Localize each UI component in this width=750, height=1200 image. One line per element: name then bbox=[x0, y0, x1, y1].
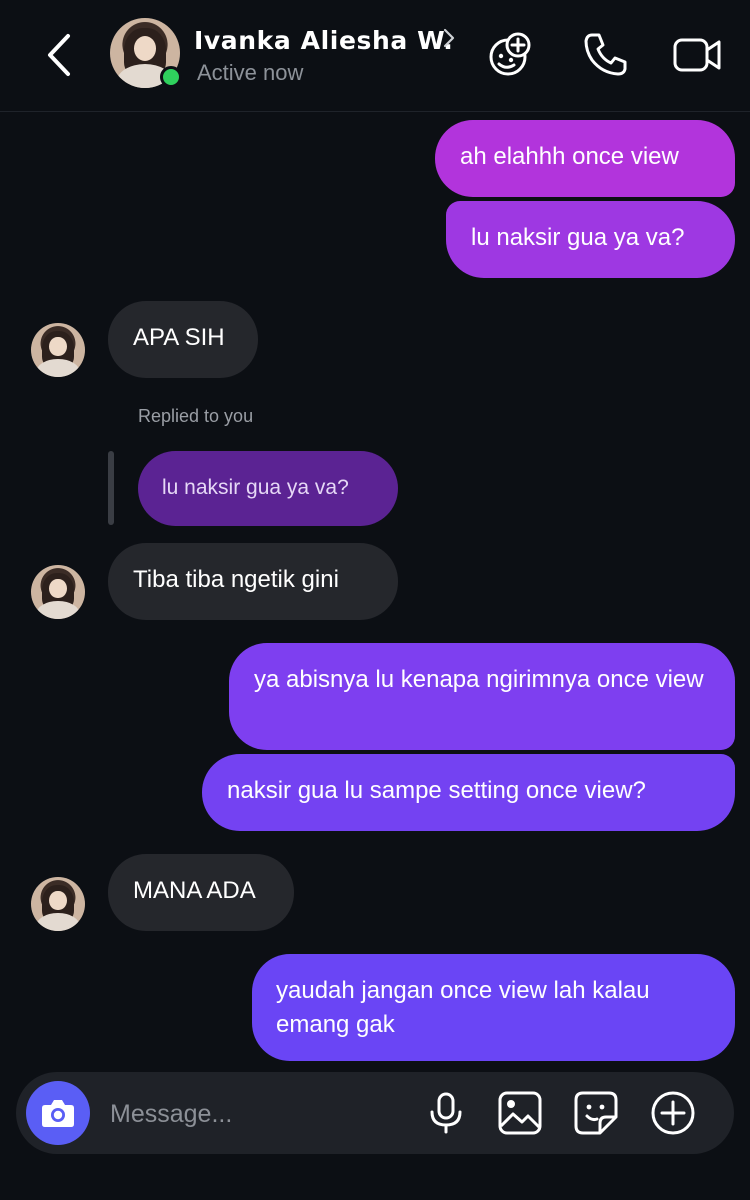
add-icon[interactable] bbox=[650, 1090, 696, 1136]
received-message[interactable]: Tiba tiba ngetik gini bbox=[108, 543, 398, 620]
message-text: lu naksir gua ya va? bbox=[471, 224, 685, 251]
contact-avatar[interactable] bbox=[31, 877, 85, 931]
contact-avatar[interactable] bbox=[31, 565, 85, 619]
quoted-message[interactable]: lu naksir gua ya va? bbox=[138, 451, 398, 526]
gamepad-icon[interactable] bbox=[484, 28, 536, 80]
back-button[interactable] bbox=[40, 30, 80, 80]
active-status: Active now bbox=[197, 60, 304, 85]
chevron-right-icon[interactable] bbox=[441, 26, 457, 50]
message-text: ya abisnya lu kenapa ngirimnya once view bbox=[254, 666, 704, 693]
message-text: naksir gua lu sampe setting once view? bbox=[227, 777, 646, 804]
online-indicator bbox=[160, 66, 182, 88]
reply-bar bbox=[108, 451, 114, 525]
phone-icon[interactable] bbox=[580, 28, 632, 80]
sent-message[interactable]: naksir gua lu sampe setting once view? bbox=[202, 754, 735, 831]
message-text: yaudah jangan once view lah kalau emang … bbox=[276, 977, 650, 1038]
message-text: APA SIH bbox=[133, 324, 225, 351]
camera-button[interactable] bbox=[26, 1081, 90, 1145]
sent-message[interactable]: yaudah jangan once view lah kalau emang … bbox=[252, 954, 735, 1061]
camera-icon bbox=[42, 1100, 74, 1127]
back-icon bbox=[48, 34, 70, 76]
sent-message[interactable]: lu naksir gua ya va? bbox=[446, 201, 735, 278]
replied-label: Replied to you bbox=[138, 406, 254, 426]
message-input[interactable] bbox=[108, 1092, 402, 1136]
microphone-icon[interactable] bbox=[423, 1090, 469, 1136]
sticker-icon[interactable] bbox=[573, 1090, 619, 1136]
received-message[interactable]: MANA ADA bbox=[108, 854, 294, 931]
message-text: Tiba tiba ngetik gini bbox=[133, 566, 339, 593]
message-composer bbox=[16, 1072, 734, 1154]
sent-message[interactable]: ah elahhh once view bbox=[435, 120, 735, 197]
video-icon[interactable] bbox=[672, 28, 724, 80]
gallery-icon[interactable] bbox=[497, 1090, 543, 1136]
sent-message[interactable]: ya abisnya lu kenapa ngirimnya once view bbox=[229, 643, 735, 750]
chat-header: Ivanka Aliesha W. Active now bbox=[0, 0, 750, 112]
quoted-text: lu naksir gua ya va? bbox=[162, 476, 349, 499]
message-text: ah elahhh once view bbox=[460, 143, 679, 170]
contact-avatar[interactable] bbox=[31, 323, 85, 377]
message-text: MANA ADA bbox=[133, 877, 256, 904]
received-message[interactable]: APA SIH bbox=[108, 301, 258, 378]
contact-name[interactable]: Ivanka Aliesha W. bbox=[194, 26, 453, 55]
